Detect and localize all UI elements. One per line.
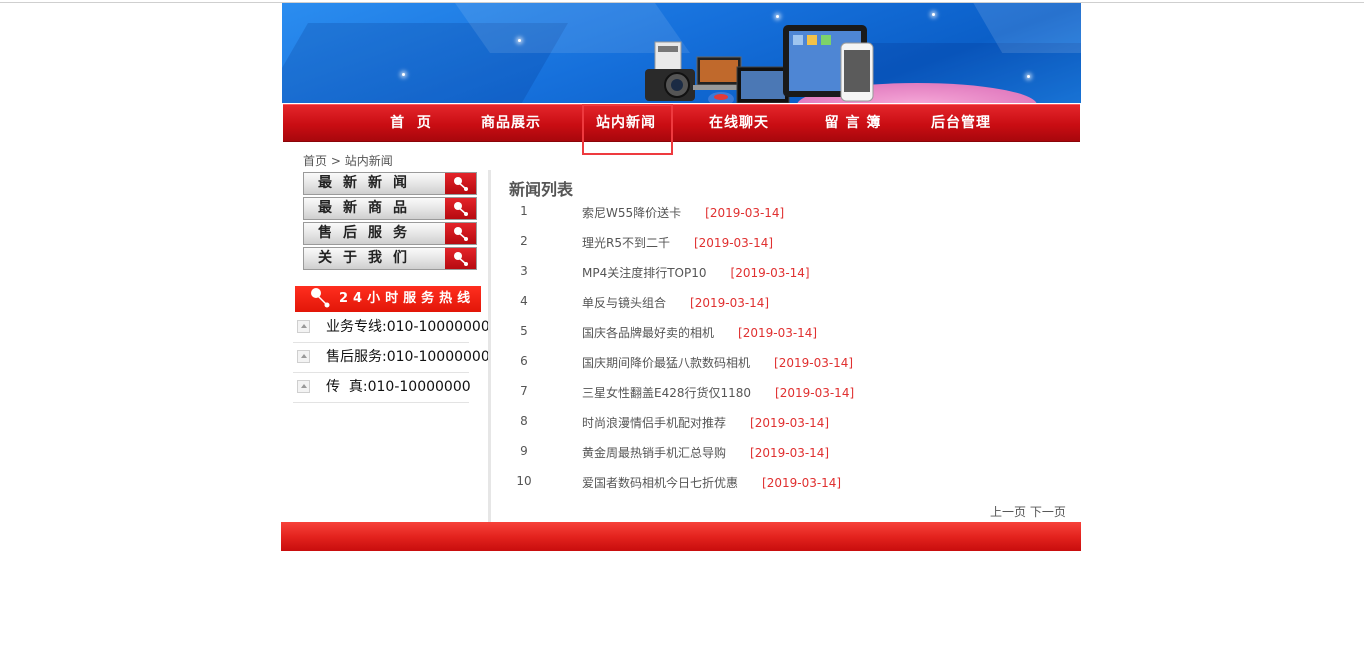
side-menu-label: 最新商品: [318, 200, 418, 216]
content-divider: [488, 170, 491, 522]
news-number: 2: [520, 234, 528, 248]
hotline-item: 传 真:010-10000000: [293, 373, 471, 403]
pin-icon: [445, 223, 476, 244]
hotline-item: 售后服务:010-10000000: [293, 343, 490, 373]
side-menu-label: 最新新闻: [318, 175, 418, 191]
side-menu-latest-products[interactable]: 最新商品: [303, 197, 477, 220]
news-link[interactable]: MP4关注度排行TOP10: [582, 266, 707, 280]
arrow-up-icon: [297, 350, 310, 363]
hotline-text: 售后服务:010-10000000: [326, 349, 490, 365]
hotline-text: 传 真:010-10000000: [326, 379, 471, 395]
pin-icon: [445, 173, 476, 194]
news-number: 3: [520, 264, 528, 278]
news-date: [2019-03-14]: [690, 296, 770, 310]
nav-chat[interactable]: 在线聊天: [709, 105, 769, 141]
breadcrumb: 首页 > 站内新闻: [303, 152, 393, 169]
news-date: [2019-03-14]: [750, 446, 830, 460]
header-banner: [282, 3, 1081, 103]
news-date: [2019-03-14]: [775, 386, 855, 400]
next-page-link[interactable]: 下一页: [1030, 505, 1066, 519]
active-nav-highlight: [582, 104, 673, 155]
news-list-title: 新闻列表: [509, 180, 574, 199]
pin-icon: [445, 198, 476, 219]
side-menu-after-sales[interactable]: 售后服务: [303, 222, 477, 245]
nav-admin[interactable]: 后台管理: [931, 105, 991, 141]
news-date: [2019-03-14]: [762, 476, 842, 490]
news-link[interactable]: 国庆各品牌最好卖的相机: [582, 326, 714, 340]
news-link[interactable]: 单反与镜头组合: [582, 296, 666, 310]
news-link[interactable]: 理光R5不到二千: [582, 236, 670, 250]
news-date: [2019-03-14]: [774, 356, 854, 370]
nav-guestbook[interactable]: 留 言 簿: [825, 105, 882, 141]
breadcrumb-current: 站内新闻: [344, 154, 393, 168]
news-number: 9: [520, 444, 528, 458]
side-menu-label: 关于我们: [318, 250, 418, 266]
news-link[interactable]: 黄金周最热销手机汇总导购: [582, 446, 726, 460]
hotline-header: 24小时服务热线: [295, 286, 481, 312]
news-number: 10: [516, 474, 532, 488]
news-date: [2019-03-14]: [730, 266, 810, 280]
news-link[interactable]: 三星女性翻盖E428行货仅1180: [582, 386, 751, 400]
pin-icon: [445, 248, 476, 269]
news-date: [2019-03-14]: [705, 206, 785, 220]
nav-home[interactable]: 首 页: [390, 105, 432, 141]
side-menu-label: 售后服务: [318, 225, 418, 241]
prev-page-link[interactable]: 上一页: [990, 505, 1026, 519]
news-date: [2019-03-14]: [693, 236, 774, 250]
news-number: 6: [520, 354, 528, 368]
news-link[interactable]: 时尚浪漫情侣手机配对推荐: [582, 416, 726, 430]
nav-products[interactable]: 商品展示: [481, 105, 541, 141]
arrow-up-icon: [297, 320, 310, 333]
arrow-up-icon: [297, 380, 310, 393]
news-date: [2019-03-14]: [750, 416, 830, 430]
news-number: 7: [520, 384, 528, 398]
news-link[interactable]: 爱国者数码相机今日七折优惠: [582, 476, 738, 490]
footer-bar: [281, 522, 1081, 551]
side-menu-latest-news[interactable]: 最新新闻: [303, 172, 477, 195]
hotline-title: 24小时服务热线: [339, 291, 476, 306]
main-nav: 首 页 商品展示 站内新闻 在线聊天 留 言 簿 后台管理: [283, 104, 1080, 142]
breadcrumb-separator: >: [330, 154, 341, 168]
news-link[interactable]: 索尼W55降价送卡: [582, 206, 681, 220]
hotline-text: 业务专线:010-10000000: [326, 319, 490, 335]
pagination: 上一页 下一页: [990, 503, 1066, 520]
hotline-item: 业务专线:010-10000000: [293, 313, 490, 343]
breadcrumb-home[interactable]: 首页: [303, 154, 327, 168]
news-date: [2019-03-14]: [738, 326, 818, 340]
news-number: 1: [520, 204, 528, 218]
pin-icon: [311, 288, 330, 308]
side-menu-about-us[interactable]: 关于我们: [303, 247, 477, 270]
news-link[interactable]: 国庆期间降价最猛八款数码相机: [582, 356, 750, 370]
electronics-image: [645, 25, 874, 103]
news-number: 8: [520, 414, 528, 428]
news-number: 5: [520, 324, 528, 338]
news-number: 4: [520, 294, 528, 308]
